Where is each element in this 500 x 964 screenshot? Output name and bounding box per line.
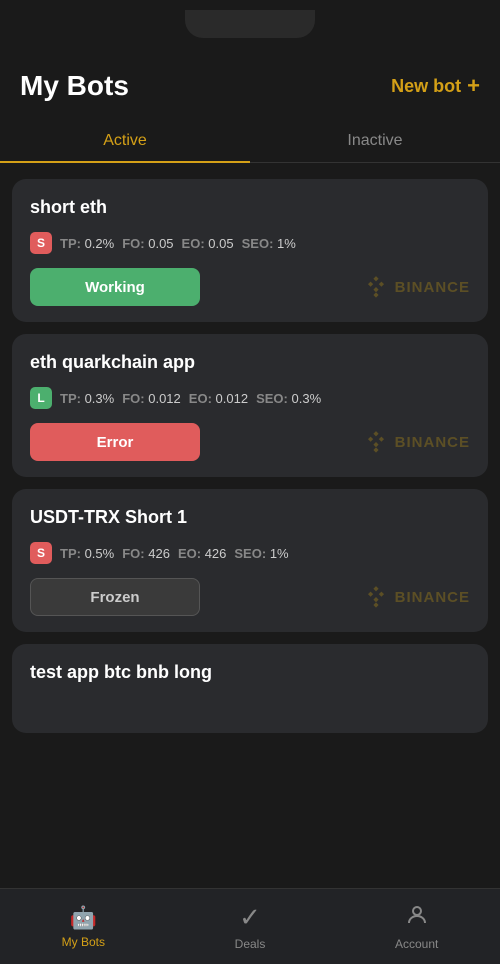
binance-logo-2: BINANCE	[363, 429, 470, 455]
bot-name-2: eth quarkchain app	[30, 352, 470, 373]
bot-name-3: USDT-TRX Short 1	[30, 507, 470, 528]
notch-bar	[0, 0, 500, 60]
binance-label-3: BINANCE	[395, 589, 470, 606]
bot-card-2[interactable]: eth quarkchain app L TP: 0.3% FO: 0.012 …	[12, 334, 488, 477]
bots-list: short eth S TP: 0.2% FO: 0.05 EO: 0.05 S…	[0, 179, 500, 823]
bot-card-4[interactable]: test app btc bnb long	[12, 644, 488, 733]
status-button-3[interactable]: Frozen	[30, 578, 200, 616]
header: My Bots New bot +	[0, 60, 500, 120]
robot-icon: 🤖	[70, 905, 97, 931]
bot-badge-2: L	[30, 387, 52, 409]
nav-account-label: Account	[395, 937, 438, 951]
binance-icon-1	[363, 274, 389, 300]
tab-inactive[interactable]: Inactive	[250, 120, 500, 162]
tab-active[interactable]: Active	[0, 120, 250, 162]
bot-fo-2: FO: 0.012	[122, 391, 181, 406]
nav-my-bots-label: My Bots	[62, 935, 105, 949]
user-icon	[405, 903, 429, 933]
tabs-container: Active Inactive	[0, 120, 500, 163]
bot-footer-1: Working BINANCE	[30, 268, 470, 306]
binance-logo-3: BINANCE	[363, 584, 470, 610]
binance-label-2: BINANCE	[395, 434, 470, 451]
bot-card-3[interactable]: USDT-TRX Short 1 S TP: 0.5% FO: 426 EO: …	[12, 489, 488, 632]
bot-card-1[interactable]: short eth S TP: 0.2% FO: 0.05 EO: 0.05 S…	[12, 179, 488, 322]
nav-account[interactable]: Account	[333, 895, 500, 959]
bot-eo-2: EO: 0.012	[189, 391, 248, 406]
bot-seo-1: SEO: 1%	[242, 236, 296, 251]
bot-eo-3: EO: 426	[178, 546, 226, 561]
bot-seo-3: SEO: 1%	[234, 546, 288, 561]
bottom-nav: 🤖 My Bots ✓ Deals Account	[0, 888, 500, 964]
bot-fo-3: FO: 426	[122, 546, 170, 561]
plus-icon: +	[467, 73, 480, 99]
bot-tp-1: TP: 0.2%	[60, 236, 114, 251]
bot-tp-3: TP: 0.5%	[60, 546, 114, 561]
bot-badge-1: S	[30, 232, 52, 254]
nav-my-bots[interactable]: 🤖 My Bots	[0, 897, 167, 957]
bot-tp-2: TP: 0.3%	[60, 391, 114, 406]
page-title: My Bots	[20, 70, 129, 102]
bot-seo-2: SEO: 0.3%	[256, 391, 321, 406]
bot-name-4: test app btc bnb long	[30, 662, 470, 683]
bot-params-2: L TP: 0.3% FO: 0.012 EO: 0.012 SEO: 0.3%	[30, 387, 470, 409]
bot-footer-2: Error BINANCE	[30, 423, 470, 461]
bot-params-1: S TP: 0.2% FO: 0.05 EO: 0.05 SEO: 1%	[30, 232, 470, 254]
bot-fo-1: FO: 0.05	[122, 236, 173, 251]
bot-footer-3: Frozen BINANCE	[30, 578, 470, 616]
nav-deals[interactable]: ✓ Deals	[167, 894, 334, 959]
binance-logo-1: BINANCE	[363, 274, 470, 300]
bot-badge-3: S	[30, 542, 52, 564]
nav-deals-label: Deals	[235, 937, 266, 951]
binance-icon-3	[363, 584, 389, 610]
status-button-2[interactable]: Error	[30, 423, 200, 461]
status-button-1[interactable]: Working	[30, 268, 200, 306]
notch	[185, 10, 315, 38]
binance-label-1: BINANCE	[395, 279, 470, 296]
check-icon: ✓	[239, 902, 261, 933]
new-bot-button[interactable]: New bot +	[391, 73, 480, 99]
bot-name-1: short eth	[30, 197, 470, 218]
bot-params-3: S TP: 0.5% FO: 426 EO: 426 SEO: 1%	[30, 542, 470, 564]
binance-icon-2	[363, 429, 389, 455]
new-bot-label: New bot	[391, 76, 461, 97]
bot-eo-1: EO: 0.05	[182, 236, 234, 251]
